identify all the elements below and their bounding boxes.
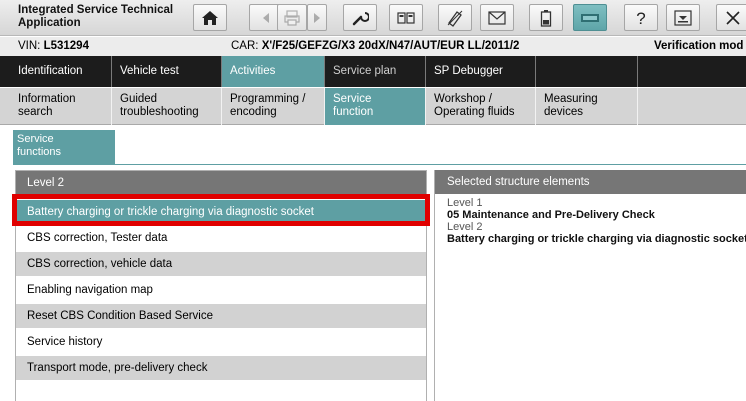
clear-button[interactable] xyxy=(438,4,472,31)
wrench-icon xyxy=(352,11,369,25)
subtab-label-line1: Information xyxy=(18,93,76,105)
level2-value: Battery charging or trickle charging via… xyxy=(447,233,746,245)
tab-sp-debugger[interactable]: SP Debugger xyxy=(426,56,536,87)
vci-connection-button[interactable] xyxy=(573,4,607,31)
subtab-measuring-devices[interactable]: Measuring devices xyxy=(536,88,638,125)
level2-label: Level 2 xyxy=(447,221,483,233)
tab-service-plan[interactable]: Service plan xyxy=(325,56,426,87)
forward-button[interactable] xyxy=(307,4,327,31)
svg-text:?: ? xyxy=(636,9,645,27)
list-item-battery-charging[interactable]: Battery charging or trickle charging via… xyxy=(16,200,426,224)
level2-header: Level 2 xyxy=(16,171,426,195)
subtab-label-line2: function xyxy=(333,106,374,118)
level1-value: 05 Maintenance and Pre-Delivery Check xyxy=(447,209,655,221)
eraser-icon xyxy=(447,10,463,27)
split-view-button[interactable] xyxy=(389,4,423,31)
battery-icon xyxy=(540,9,552,27)
subtab-label-line1: Programming / xyxy=(230,93,306,105)
help-button[interactable]: ? xyxy=(624,4,658,31)
list-item-reset-cbs[interactable]: Reset CBS Condition Based Service xyxy=(16,304,426,328)
list-item-service-history[interactable]: Service history xyxy=(16,330,426,354)
list-item-navigation-map[interactable]: Enabling navigation map xyxy=(16,278,426,302)
level2-list-panel: Level 2 Battery charging or trickle char… xyxy=(15,170,427,401)
service-functions-tab[interactable]: Service functions xyxy=(13,130,115,165)
car-info: CAR: X'/F25/GEFZG/X3 20dX/N47/AUT/EUR LL… xyxy=(231,37,519,56)
service-functions-line2: functions xyxy=(17,146,62,158)
home-icon xyxy=(202,10,218,25)
subtab-label-line2: Operating fluids xyxy=(434,106,515,118)
subtab-label-line1: Workshop / xyxy=(434,93,492,105)
two-panels-icon xyxy=(397,11,415,24)
workshop-button[interactable] xyxy=(343,4,377,31)
tab-activities[interactable]: Activities xyxy=(222,56,325,87)
close-icon xyxy=(726,10,740,25)
car-label: CAR: xyxy=(231,40,259,52)
vin-value: L531294 xyxy=(43,40,89,52)
list-item-cbs-vehicle-data[interactable]: CBS correction, vehicle data xyxy=(16,252,426,276)
subtab-label-line1: Service xyxy=(333,93,372,105)
subtab-label-line2: devices xyxy=(544,106,583,118)
close-button[interactable] xyxy=(716,4,746,31)
service-functions-line1: Service xyxy=(17,133,54,145)
subtab-guided-troubleshooting[interactable]: Guided troubleshooting xyxy=(112,88,222,125)
subtab-programming-encoding[interactable]: Programming / encoding xyxy=(222,88,325,125)
tab-identification[interactable]: Identification xyxy=(0,56,112,87)
dropdown-menu-icon xyxy=(674,9,692,26)
list-item-transport-mode[interactable]: Transport mode, pre-delivery check xyxy=(16,356,426,380)
print-button[interactable] xyxy=(277,4,307,31)
subtab-label-line2: encoding xyxy=(230,106,277,118)
back-arrow-icon xyxy=(263,12,269,23)
app-title: Integrated Service Technical Application xyxy=(18,4,174,29)
subtab-label-line2: search xyxy=(18,106,53,118)
message-button[interactable] xyxy=(480,4,514,31)
print-icon xyxy=(284,9,300,26)
level1-label: Level 1 xyxy=(447,197,483,209)
selected-structure-header: Selected structure elements xyxy=(435,170,746,194)
help-icon: ? xyxy=(636,9,645,27)
menu-dropdown-button[interactable] xyxy=(666,4,700,31)
mode-label: Verification mod xyxy=(654,40,744,52)
main-navigation: Identification Vehicle test Activities S… xyxy=(0,56,746,87)
vin-info: VIN: L531294 xyxy=(18,37,89,56)
selected-structure-panel: Selected structure elements Level 1 05 M… xyxy=(434,170,746,401)
title-toolbar: Integrated Service Technical Application xyxy=(0,0,746,36)
subtab-service-function[interactable]: Service function xyxy=(325,88,426,125)
subtab-label-line2: troubleshooting xyxy=(120,106,199,118)
subtab-label-line1: Guided xyxy=(120,93,158,105)
vehicle-info-bar: VIN: L531294 CAR: X'/F25/GEFZG/X3 20dX/N… xyxy=(0,37,746,56)
subtab-workshop-operating-fluids[interactable]: Workshop / Operating fluids xyxy=(426,88,536,125)
tab-empty-1 xyxy=(536,56,638,87)
sub-navigation: Information search Guided troubleshootin… xyxy=(0,88,746,125)
list-item-cbs-tester-data[interactable]: CBS correction, Tester data xyxy=(16,226,426,250)
vci-connection-icon xyxy=(581,13,599,22)
home-button[interactable] xyxy=(193,4,227,31)
forward-arrow-icon xyxy=(314,12,320,23)
envelope-icon xyxy=(488,10,506,25)
tab-vehicle-test[interactable]: Vehicle test xyxy=(112,56,222,87)
car-value: X'/F25/GEFZG/X3 20dX/N47/AUT/EUR LL/2011… xyxy=(261,40,520,52)
battery-button[interactable] xyxy=(529,4,563,31)
subtab-label-line1: Measuring xyxy=(544,93,598,105)
section-divider xyxy=(13,164,746,165)
subtab-information-search[interactable]: Information search xyxy=(0,88,112,125)
vin-label: VIN: xyxy=(18,40,41,52)
